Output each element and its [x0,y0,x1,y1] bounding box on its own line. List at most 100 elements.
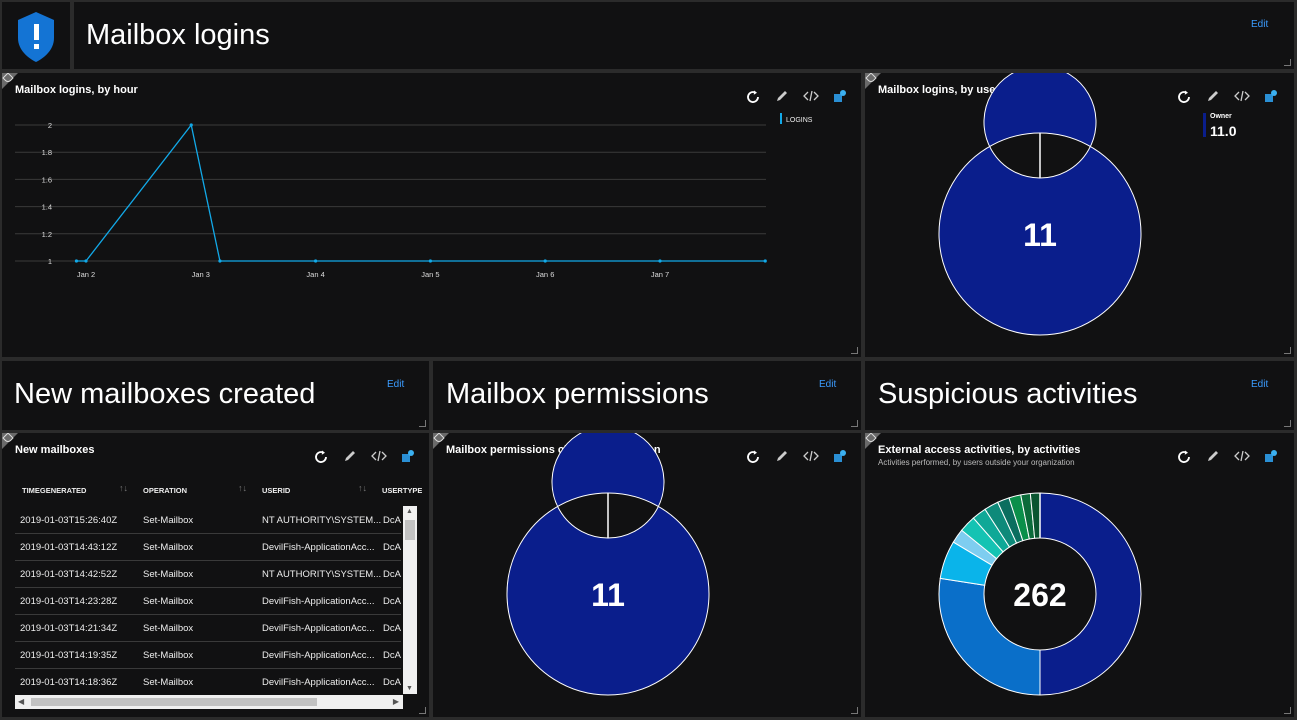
donut-chart-external-access: 262 [938,492,1142,696]
donut-chart-permissions: 11 [506,433,710,696]
resize-handle[interactable] [1284,420,1291,427]
table-cell: DcA [383,650,401,661]
section-new-mailboxes: New mailboxes created Edit [2,361,429,430]
table-cell: DcA [383,623,401,634]
table-cell: 2019-01-03T14:19:35Z [20,650,118,661]
pin-icon[interactable] [399,449,416,466]
y-tick-label: 1.2 [42,230,52,239]
table-cell: DcA [383,515,401,526]
sort-icon[interactable]: ↑↓ [358,483,367,493]
table-cell: 2019-01-03T14:18:36Z [20,677,118,688]
table-header-timegenerated[interactable]: TIMEGENERATED ↑↓ [22,483,128,495]
table-cell: DcA [383,596,401,607]
donut-slice[interactable] [506,433,710,696]
section-edit-link[interactable]: Edit [387,379,404,390]
table-cell: 2019-01-03T14:42:52Z [20,569,118,580]
resize-handle[interactable] [1284,347,1291,354]
y-tick-label: 1.6 [42,175,52,184]
series-line-logins [76,123,766,262]
y-tick-label: 1.8 [42,148,52,157]
table-cell: DevilFish-ApplicationAcc... [262,623,375,634]
sort-icon[interactable]: ↑↓ [119,483,128,493]
resize-handle[interactable] [851,347,858,354]
resize-handle[interactable] [1284,59,1291,66]
table-row[interactable]: 2019-01-03T14:23:28Z Set-Mailbox DevilFish… [15,587,401,615]
data-point[interactable] [189,123,193,127]
y-tick-label: 1 [48,257,52,266]
resize-handle[interactable] [851,420,858,427]
vertical-scrollbar[interactable]: ▲ ▼ [403,506,417,694]
section-edit-link[interactable]: Edit [1251,379,1268,390]
legend-label-logins: LOGINS [786,117,813,124]
data-point[interactable] [74,259,79,263]
pencil-icon[interactable] [341,449,358,466]
table-cell: DcA [383,542,401,553]
section-title: New mailboxes created [14,378,316,410]
data-point[interactable] [543,259,547,263]
table-cell: DcA [383,569,401,580]
tile-logins-by-usertype: Mailbox logins, by user type Owner 11.0 … [865,73,1294,357]
x-tick-label: Jan 7 [651,270,669,279]
table-cell: Set-Mailbox [143,596,194,607]
table-row[interactable]: 2019-01-03T14:42:52Z Set-Mailbox NT AUTHOR… [15,560,401,588]
table-cell: DevilFish-ApplicationAcc... [262,596,375,607]
y-tick-label: 2 [48,121,52,130]
table-row[interactable]: 2019-01-03T14:21:34Z Set-Mailbox DevilFish… [15,614,401,642]
scroll-left-icon[interactable]: ◀ [18,697,24,706]
data-point[interactable] [428,259,432,263]
resize-handle[interactable] [419,420,426,427]
donut-chart-usertype: 11 [938,73,1142,336]
resize-handle[interactable] [419,707,426,714]
table-cell: 2019-01-03T14:43:12Z [20,542,118,553]
tile-permission-changes: Mailbox permissions changes, by reason 1… [433,433,861,717]
resize-handle[interactable] [851,707,858,714]
table-cell: Set-Mailbox [143,515,194,526]
scroll-thumb[interactable] [405,520,415,540]
table-cell: 2019-01-03T15:26:40Z [20,515,118,526]
table-row[interactable]: 2019-01-03T14:18:36Z Set-Mailbox DevilFish… [15,668,401,696]
data-point[interactable] [218,259,222,263]
refresh-icon[interactable] [312,449,329,466]
scroll-right-icon[interactable]: ▶ [393,697,399,706]
code-icon[interactable] [370,449,387,466]
table-header-usertype[interactable]: USERTYPE [382,486,422,495]
donut-center-label: 262 [1013,577,1066,613]
page-title: Mailbox logins [86,19,270,51]
tile-new-mailboxes: New mailboxes TIMEGENERATED ↑↓ OPERATION ↑… [2,433,429,717]
table-cell: DevilFish-ApplicationAcc... [262,650,375,661]
x-tick-label: Jan 2 [77,270,95,279]
data-point[interactable] [84,259,88,263]
scroll-up-icon[interactable]: ▲ [406,508,413,515]
horizontal-scrollbar[interactable]: ◀ ▶ [15,695,403,709]
data-point[interactable] [314,259,318,263]
donut-slice[interactable] [938,73,1142,336]
table-cell: 2019-01-03T14:21:34Z [20,623,118,634]
x-tick-label: Jan 6 [536,270,554,279]
section-edit-link[interactable]: Edit [819,379,836,390]
header-edit-link[interactable]: Edit [1251,19,1268,30]
data-point[interactable] [658,259,662,263]
section-title: Mailbox permissions [446,378,709,410]
line-chart: 1 1.2 1.4 1.6 1.8 2 Jan 2 Jan 3 Jan 4 Jan 5 Jan 6… [15,113,813,279]
section-title: Suspicious activities [878,378,1138,410]
table-cell: 2019-01-03T14:23:28Z [20,596,118,607]
scroll-down-icon[interactable]: ▼ [406,685,413,692]
donut-center-label: 11 [591,577,625,613]
table-cell: DevilFish-ApplicationAcc... [262,677,375,688]
resize-handle[interactable] [1284,707,1291,714]
header-title-tile: Mailbox logins Edit [74,2,1294,69]
scroll-thumb-horizontal[interactable] [31,698,317,706]
table-row[interactable]: 2019-01-03T15:26:40Z Set-Mailbox NT AUTHOR… [15,506,401,534]
data-point[interactable] [763,259,767,263]
table-cell: NT AUTHORITY\SYSTEM... [262,515,382,526]
table-header-userid[interactable]: USERID ↑↓ [262,483,367,495]
table-header-operation[interactable]: OPERATION ↑↓ [143,483,247,495]
table-row[interactable]: 2019-01-03T14:19:35Z Set-Mailbox DevilFish… [15,641,401,669]
donut-center-label: 11 [1023,217,1057,253]
x-tick-label: Jan 4 [306,270,324,279]
tile-external-access: External access activities, by activitie… [865,433,1294,717]
table-row[interactable]: 2019-01-03T14:43:12Z Set-Mailbox DevilFish… [15,533,401,561]
y-tick-label: 1.4 [42,203,52,212]
header-icon-tile [2,2,70,69]
sort-icon[interactable]: ↑↓ [238,483,247,493]
